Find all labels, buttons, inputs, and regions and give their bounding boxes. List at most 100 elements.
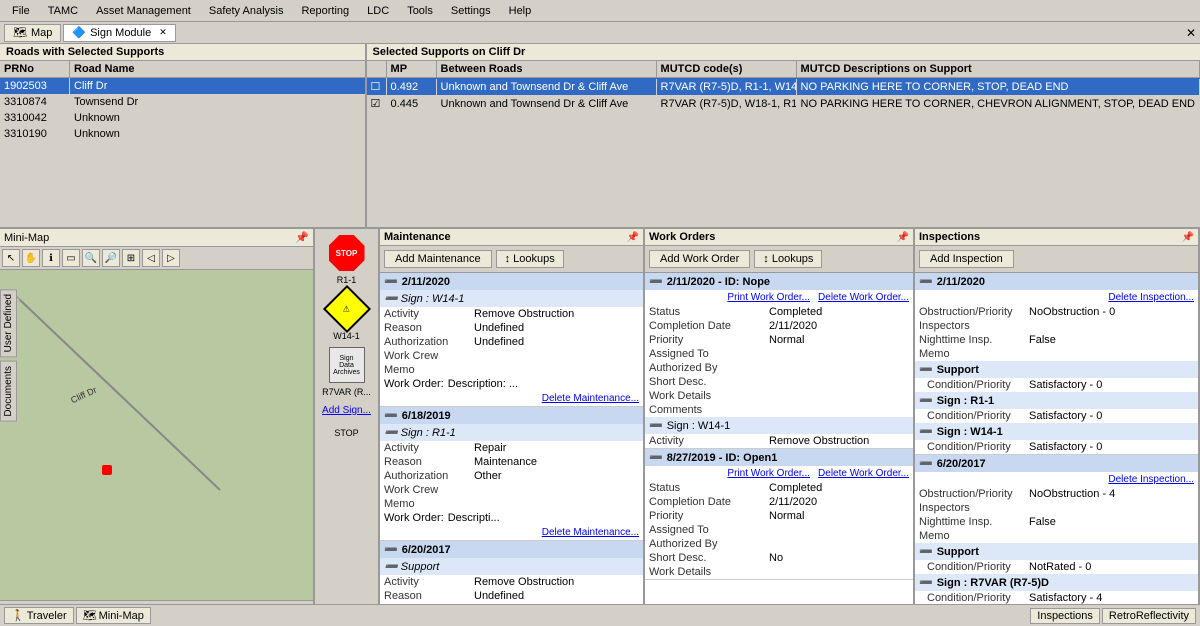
insp-date-label-2020: 2/11/2020 — [937, 276, 985, 288]
delete-maintenance-link-2[interactable]: Delete Maintenance... — [542, 527, 639, 538]
bottom-row: User Defined Documents Mini-Map 📌 ↖ ✋ ℹ … — [0, 229, 1200, 626]
wo-authorized-value-2019 — [769, 538, 909, 550]
work-orders-toolbar: Add Work Order ↕ Lookups — [645, 246, 913, 273]
menu-ldc[interactable]: LDC — [359, 3, 397, 19]
window-close-icon[interactable]: ✕ — [1186, 26, 1196, 40]
wo-comments-value — [769, 404, 909, 416]
delete-maintenance-link-1[interactable]: Delete Maintenance... — [542, 393, 639, 404]
wo-short-label-2019: Short Desc. — [649, 552, 769, 564]
bottom-tab-traveler[interactable]: 🚶 Traveler — [4, 607, 74, 624]
status-tab-inspections[interactable]: Inspections — [1030, 608, 1100, 624]
sign-thumb-r7var[interactable]: Sign Data Archives R7VAR (R... — [319, 345, 374, 397]
wo-sign-activity-label: Activity — [649, 435, 769, 447]
print-work-order-link-2019[interactable]: Print Work Order... — [727, 468, 810, 479]
sign-thumb-w14-1[interactable]: ⚠ W14-1 — [319, 289, 374, 341]
insp-inspectors-value — [1029, 320, 1194, 332]
wo-status-2020: Status Completed — [645, 305, 913, 319]
delete-inspection-link-2020[interactable]: Delete Inspection... — [1108, 292, 1194, 303]
maint-row-activity-1: Activity Remove Obstruction — [380, 307, 643, 321]
insp-sub-collapse-w14-1: ➖ — [919, 425, 933, 438]
insp-date-2020[interactable]: ➖ 2/11/2020 — [915, 273, 1198, 290]
delete-work-order-link-2020[interactable]: Delete Work Order... — [818, 292, 909, 303]
insp-date-2017[interactable]: ➖ 6/20/2017 — [915, 455, 1198, 472]
menu-safety[interactable]: Safety Analysis — [201, 3, 292, 19]
road-row-3310042[interactable]: 3310042 Unknown — [0, 110, 365, 126]
minimap-pin-icon[interactable]: 📌 — [295, 231, 309, 244]
maintenance-pin-icon[interactable]: 📌 — [627, 232, 639, 243]
add-sign-link[interactable]: Add Sign... — [319, 405, 374, 416]
add-maintenance-button[interactable]: Add Maintenance — [384, 250, 492, 268]
delete-inspection-link-2017[interactable]: Delete Inspection... — [1108, 474, 1194, 485]
wo-sign-activity-value: Remove Obstruction — [769, 435, 909, 447]
top-row: Roads with Selected Supports PRNo Road N… — [0, 44, 1200, 229]
menu-asset[interactable]: Asset Management — [88, 3, 199, 19]
status-tab-retroreflectivity[interactable]: RetroReflectivity — [1102, 608, 1196, 624]
minimap-btn-fullextent[interactable]: ⊞ — [122, 249, 140, 267]
road-prno-1: 1902503 — [0, 78, 70, 94]
menu-tamc[interactable]: TAMC — [40, 3, 86, 19]
maint-wo-label-2: Work Order: — [384, 512, 444, 524]
road-row-3310190[interactable]: 3310190 Unknown — [0, 126, 365, 142]
print-work-order-link-2020[interactable]: Print Work Order... — [727, 292, 810, 303]
delete-work-order-link-2019[interactable]: Delete Work Order... — [818, 468, 909, 479]
bottom-tab-minimap[interactable]: 🗺 Mini-Map — [76, 607, 151, 624]
minimap-btn-select[interactable]: ▭ — [62, 249, 80, 267]
sign-thumb-r1-1[interactable]: STOP R1-1 — [319, 233, 374, 285]
minimap-btn-zoomin[interactable]: 🔍 — [82, 249, 100, 267]
wo-assigned-label: Assigned To — [649, 348, 769, 360]
menu-reporting[interactable]: Reporting — [293, 3, 357, 19]
sign-icon: 🔷 — [72, 26, 86, 39]
minimap-panel: User Defined Documents Mini-Map 📌 ↖ ✋ ℹ … — [0, 229, 315, 626]
maint-label-auth-1: Authorization — [384, 336, 474, 348]
minimap-btn-zoomout[interactable]: 🔎 — [102, 249, 120, 267]
menu-help[interactable]: Help — [501, 3, 540, 19]
road-name-1: Cliff Dr — [70, 78, 365, 94]
tab-map[interactable]: 🗺 Map — [4, 24, 61, 42]
maint-date-label-2019: 6/18/2019 — [402, 410, 451, 422]
add-inspection-button[interactable]: Add Inspection — [919, 250, 1014, 268]
work-orders-pin-icon[interactable]: 📌 — [897, 232, 909, 243]
minimap-btn-forward[interactable]: ▷ — [162, 249, 180, 267]
wo-short-2020: Short Desc. — [645, 375, 913, 389]
wo-comments-2020: Comments — [645, 403, 913, 417]
road-row-3310874[interactable]: 3310874 Townsend Dr — [0, 94, 365, 110]
insp-memo-label-2017: Memo — [919, 530, 1029, 542]
minimap-btn-arrow[interactable]: ↖ — [2, 249, 20, 267]
support-row-2[interactable]: ☑ 0.445 Unknown and Townsend Dr & Cliff … — [367, 95, 1200, 112]
inspections-title: Inspections — [919, 231, 980, 243]
sup-chk-1[interactable]: ☐ — [367, 78, 387, 95]
maint-value-auth-1: Undefined — [474, 336, 639, 348]
add-work-order-button[interactable]: Add Work Order — [649, 250, 750, 268]
menu-settings[interactable]: Settings — [443, 3, 499, 19]
support-row-1[interactable]: ☐ 0.492 Unknown and Townsend Dr & Cliff … — [367, 78, 1200, 95]
sup-between-header: Between Roads — [437, 61, 657, 77]
tab-close-icon[interactable]: ✕ — [159, 27, 167, 38]
maintenance-lookups-button[interactable]: ↕ Lookups — [496, 250, 564, 268]
minimap-btn-hand[interactable]: ✋ — [22, 249, 40, 267]
insp-memo-value — [1029, 348, 1194, 360]
prno-col-header: PRNo — [0, 61, 70, 77]
menu-tools[interactable]: Tools — [399, 3, 441, 19]
sidebar-tab-user-defined[interactable]: User Defined — [0, 289, 17, 357]
insp-inspectors-2017: Inspectors — [915, 501, 1198, 515]
maint-date-label-2020: 2/11/2020 — [402, 276, 450, 288]
insp-inspectors-2020: Inspectors — [915, 319, 1198, 333]
sidebar-tab-documents[interactable]: Documents — [0, 361, 17, 422]
sup-chk-2[interactable]: ☑ — [367, 95, 387, 112]
maintenance-title: Maintenance — [384, 231, 451, 243]
work-orders-lookups-button[interactable]: ↕ Lookups — [754, 250, 822, 268]
maint-date-2019[interactable]: ➖ 6/18/2019 — [380, 407, 643, 424]
menu-file[interactable]: File — [4, 3, 38, 19]
wo-details-label: Work Details — [649, 390, 769, 402]
maint-date-2017[interactable]: ➖ 6/20/2017 — [380, 541, 643, 558]
maint-date-2020[interactable]: ➖ 2/11/2020 — [380, 273, 643, 290]
wo-date-2019[interactable]: ➖ 8/27/2019 - ID: Open1 — [645, 449, 913, 466]
minimap-btn-identify[interactable]: ℹ — [42, 249, 60, 267]
tab-sign-module[interactable]: 🔷 Sign Module ✕ — [63, 24, 175, 42]
insp-sub-support-2020: ➖ Support — [915, 361, 1198, 378]
road-row-1902503[interactable]: 1902503 Cliff Dr — [0, 78, 365, 94]
wo-status-value-2019: Completed — [769, 482, 909, 494]
wo-date-2020[interactable]: ➖ 2/11/2020 - ID: Nope — [645, 273, 913, 290]
minimap-btn-back[interactable]: ◁ — [142, 249, 160, 267]
inspections-pin-icon[interactable]: 📌 — [1182, 232, 1194, 243]
